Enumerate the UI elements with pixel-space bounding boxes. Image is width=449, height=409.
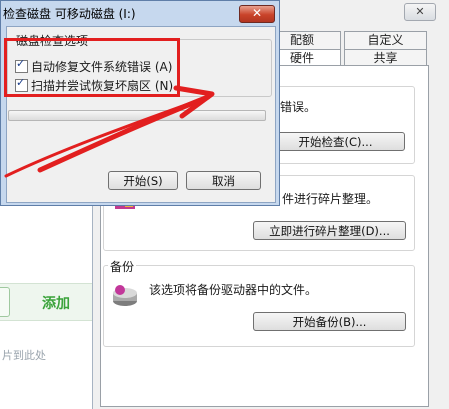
tab-customize[interactable]: 自定义	[344, 31, 427, 49]
backup-icon	[113, 285, 137, 306]
properties-close-button[interactable]: ✕	[404, 3, 436, 21]
defrag-description: 件进行碎片整理。	[282, 192, 379, 206]
backup-description: 该选项将备份驱动器中的文件。	[149, 283, 318, 297]
backup-group-title: 备份	[108, 258, 137, 275]
start-button[interactable]: 开始(S)	[108, 171, 178, 190]
dialog-title: 检查磁盘 可移动磁盘 (I:)	[3, 7, 136, 21]
backup-group	[103, 265, 415, 347]
backup-now-button[interactable]: 开始备份(B)...	[253, 312, 406, 331]
defragment-now-button[interactable]: 立即进行碎片整理(D)...	[253, 221, 406, 240]
check-now-label: 开始检查(C)...	[298, 135, 373, 149]
drop-hint-text: 片到此处	[2, 349, 46, 362]
check-progress-bar	[8, 110, 266, 121]
error-check-description: 错误。	[280, 100, 317, 114]
cancel-button[interactable]: 取消	[186, 171, 261, 190]
highlight-box	[4, 38, 180, 97]
background-button[interactable]	[0, 287, 10, 317]
add-button[interactable]: 添加	[42, 293, 70, 313]
dialog-close-button[interactable]: ✕	[239, 5, 275, 23]
